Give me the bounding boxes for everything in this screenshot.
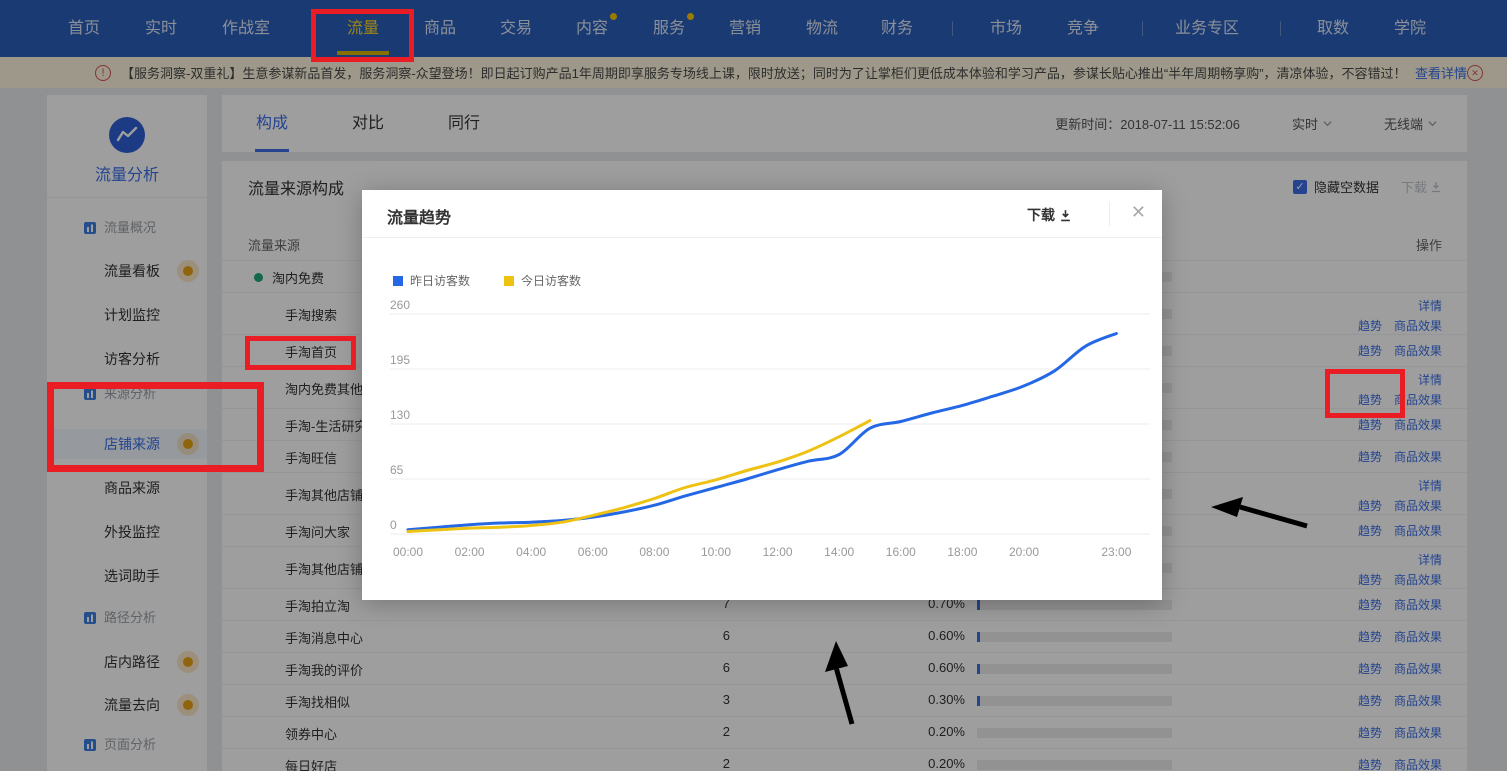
svg-text:18:00: 18:00 xyxy=(947,545,977,559)
svg-text:04:00: 04:00 xyxy=(516,545,546,559)
legend-label: 昨日访客数 xyxy=(410,272,470,289)
svg-text:260: 260 xyxy=(390,298,410,312)
svg-text:00:00: 00:00 xyxy=(393,545,423,559)
modal-title: 流量趋势 xyxy=(387,204,451,228)
svg-text:02:00: 02:00 xyxy=(455,545,485,559)
series-今日访客数 xyxy=(408,421,870,532)
chart-legend: 昨日访客数 今日访客数 xyxy=(393,272,615,289)
traffic-trend-modal: 流量趋势 下载 ✕ 昨日访客数 今日访客数 0 65 130 195 260 00:00 02… xyxy=(362,190,1162,600)
svg-text:12:00: 12:00 xyxy=(763,545,793,559)
traffic-trend-chart: 0 65 130 195 260 00:00 02:00 04:00 06:00 08:00 10:… xyxy=(362,190,1162,600)
app-root: 首页实时作战室流量商品交易内容服务营销物流财务市场竞争业务专区取数学院 ! 【服… xyxy=(0,0,1507,771)
legend-item-今日访客数[interactable]: 今日访客数 xyxy=(504,272,581,289)
series-昨日访客数 xyxy=(408,334,1116,530)
svg-text:65: 65 xyxy=(390,463,404,477)
svg-text:130: 130 xyxy=(390,408,410,422)
legend-label: 今日访客数 xyxy=(521,272,581,289)
modal-close-icon[interactable]: ✕ xyxy=(1131,202,1146,223)
svg-text:14:00: 14:00 xyxy=(824,545,854,559)
legend-item-昨日访客数[interactable]: 昨日访客数 xyxy=(393,272,470,289)
download-icon xyxy=(1059,209,1072,222)
legend-swatch xyxy=(393,276,403,286)
svg-text:08:00: 08:00 xyxy=(639,545,669,559)
divider xyxy=(1109,202,1110,226)
svg-text:16:00: 16:00 xyxy=(886,545,916,559)
svg-text:195: 195 xyxy=(390,353,410,367)
svg-text:0: 0 xyxy=(390,518,397,532)
modal-download-button[interactable]: 下载 xyxy=(1027,205,1072,225)
svg-text:23:00: 23:00 xyxy=(1101,545,1131,559)
legend-swatch xyxy=(504,276,514,286)
modal-header: 流量趋势 下载 ✕ xyxy=(362,190,1162,238)
svg-text:10:00: 10:00 xyxy=(701,545,731,559)
svg-text:06:00: 06:00 xyxy=(578,545,608,559)
svg-text:20:00: 20:00 xyxy=(1009,545,1039,559)
